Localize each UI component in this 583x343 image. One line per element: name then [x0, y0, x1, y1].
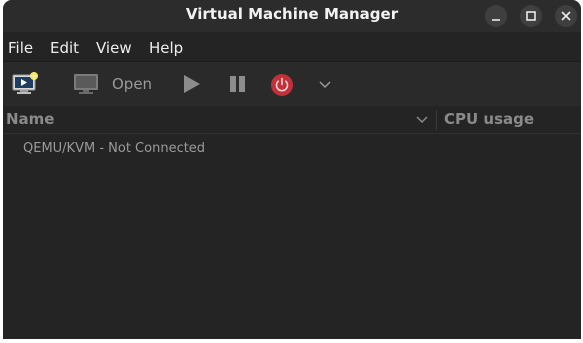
open-label[interactable]: Open: [112, 75, 152, 93]
shutdown-button[interactable]: [269, 72, 295, 98]
table-header: Name CPU usage: [3, 107, 581, 134]
vm-list[interactable]: QEMU/KVM - Not Connected: [3, 134, 581, 339]
sort-chevron-icon[interactable]: [415, 114, 429, 126]
column-header-cpu-usage[interactable]: CPU usage: [444, 110, 534, 128]
run-button[interactable]: [181, 74, 203, 94]
table-row[interactable]: QEMU/KVM - Not Connected: [3, 138, 581, 160]
maximize-button[interactable]: [520, 5, 542, 27]
play-icon: [184, 75, 200, 93]
new-vm-icon: [12, 72, 38, 94]
maximize-icon: [526, 11, 536, 21]
monitor-icon: [74, 74, 98, 94]
minimize-button[interactable]: [485, 5, 507, 27]
menu-bar: File Edit View Help: [3, 35, 581, 62]
menu-edit[interactable]: Edit: [50, 39, 79, 57]
toolbar: Open: [3, 62, 581, 106]
pause-icon: [230, 76, 245, 92]
minimize-icon: [492, 19, 500, 21]
menu-help[interactable]: Help: [149, 39, 183, 57]
connection-name: QEMU/KVM - Not Connected: [23, 141, 206, 156]
column-header-name[interactable]: Name: [6, 110, 54, 128]
chevron-down-icon: [319, 81, 331, 89]
menu-file[interactable]: File: [8, 39, 33, 57]
pause-button[interactable]: [227, 74, 249, 94]
app-window: Virtual Machine Manager File Edit View H…: [3, 0, 581, 339]
new-vm-button[interactable]: [11, 71, 39, 97]
open-button[interactable]: [72, 72, 100, 96]
title-bar[interactable]: Virtual Machine Manager: [3, 0, 581, 32]
close-icon: [561, 11, 571, 21]
menu-view[interactable]: View: [96, 39, 132, 57]
shutdown-menu-button[interactable]: [317, 77, 333, 91]
close-button[interactable]: [555, 5, 577, 27]
power-icon: [271, 74, 293, 96]
column-divider: [436, 110, 437, 130]
